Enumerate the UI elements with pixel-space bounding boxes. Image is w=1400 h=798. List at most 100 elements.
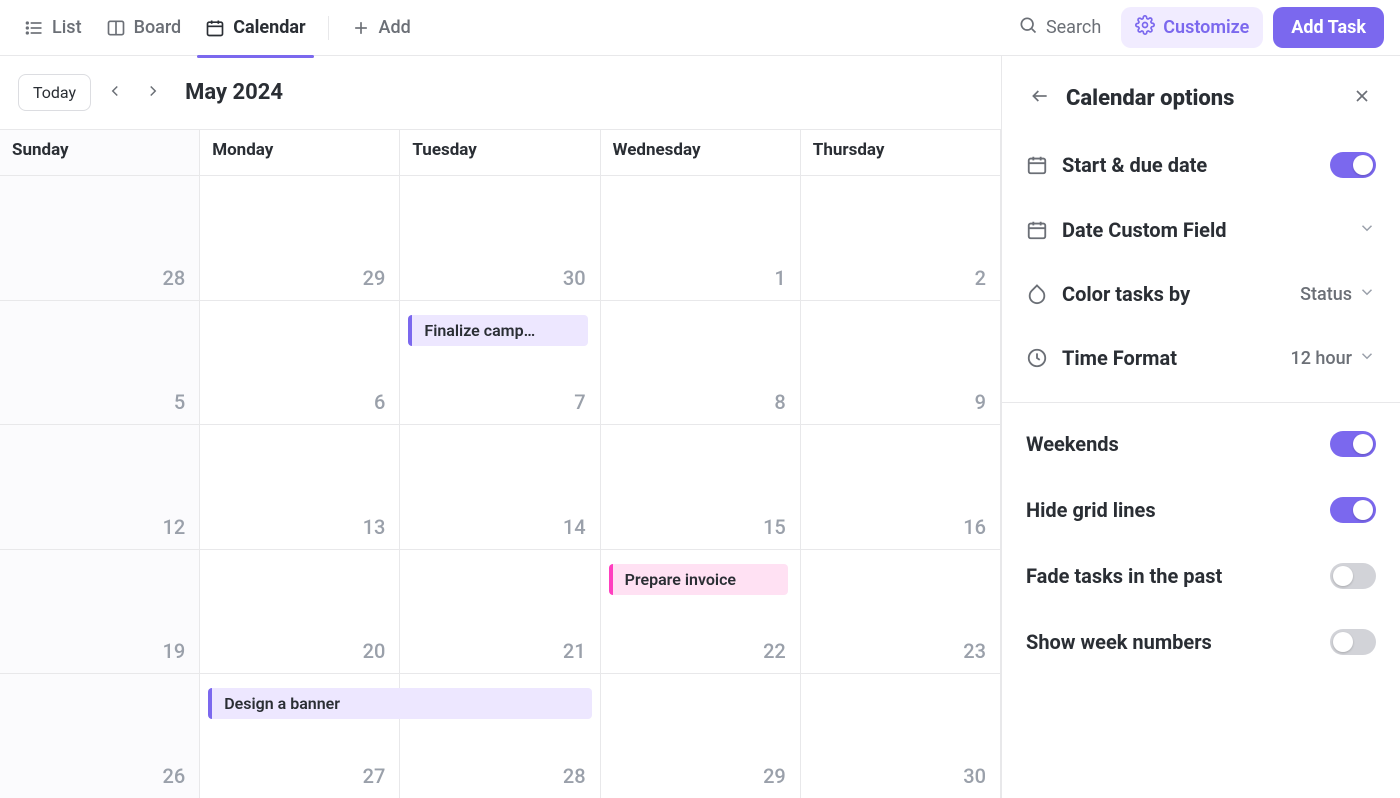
day-number: 13	[363, 507, 400, 549]
day-of-week-header: Sunday	[0, 129, 200, 175]
add-view-button[interactable]: Add	[343, 11, 419, 44]
calendar-cell[interactable]: 12	[0, 424, 200, 549]
option-label: Fade tasks in the past	[1026, 564, 1316, 588]
calendar-cell[interactable]: 9	[801, 300, 1001, 425]
day-number: 16	[963, 507, 1000, 549]
day-number: 28	[563, 756, 600, 798]
calendar-cell[interactable]: 8	[601, 300, 801, 425]
day-of-week-header: Wednesday	[601, 129, 801, 175]
close-button[interactable]	[1348, 84, 1376, 112]
calendar-grid: SundayMondayTuesdayWednesdayThursday2829…	[0, 129, 1001, 798]
calendar-cell[interactable]: Finalize camp… 7	[400, 300, 600, 425]
calendar-cell[interactable]: 14	[400, 424, 600, 549]
chevron-down-icon	[1358, 283, 1376, 306]
option-time-format[interactable]: Time Format 12 hour	[1002, 326, 1400, 390]
day-number: 30	[963, 756, 1000, 798]
calendar-cell[interactable]: 28	[0, 175, 200, 300]
option-color-tasks-by[interactable]: Color tasks by Status	[1002, 262, 1400, 326]
day-number: 7	[574, 382, 599, 424]
option-date-custom-field[interactable]: Date Custom Field	[1002, 198, 1400, 262]
calendar-cell[interactable]: 21	[400, 549, 600, 674]
day-number: 21	[563, 631, 600, 673]
calendar-cell[interactable]: 23	[801, 549, 1001, 674]
board-icon	[106, 18, 126, 38]
gear-icon	[1135, 15, 1155, 40]
add-task-button[interactable]: Add Task	[1273, 7, 1384, 48]
day-number: 29	[763, 756, 800, 798]
back-button[interactable]	[1026, 84, 1054, 112]
calendar-task[interactable]: Finalize camp…	[408, 315, 587, 346]
calendar-task[interactable]: Prepare invoice	[609, 564, 788, 595]
option-value: Status	[1300, 283, 1376, 306]
calendar-cell[interactable]: 19	[0, 549, 200, 674]
customize-label: Customize	[1163, 17, 1249, 38]
tab-label: Calendar	[233, 17, 305, 38]
calendar-cell[interactable]: 13	[200, 424, 400, 549]
day-number: 5	[174, 382, 199, 424]
calendar-cell[interactable]: 15	[601, 424, 801, 549]
tab-board[interactable]: Board	[98, 11, 190, 44]
option-weekends[interactable]: Weekends	[1002, 411, 1400, 477]
separator	[328, 16, 329, 40]
search-icon	[1018, 15, 1038, 40]
customize-button[interactable]: Customize	[1121, 7, 1263, 48]
day-number: 27	[363, 756, 400, 798]
droplet-icon	[1026, 283, 1048, 305]
day-number: 20	[363, 631, 400, 673]
day-of-week-header: Monday	[200, 129, 400, 175]
tab-label: Board	[134, 17, 182, 38]
option-label: Color tasks by	[1062, 282, 1286, 306]
add-view-label: Add	[379, 17, 411, 38]
toggle[interactable]	[1330, 563, 1376, 589]
calendar-icon	[1026, 219, 1048, 241]
option-fade-past[interactable]: Fade tasks in the past	[1002, 543, 1400, 609]
calendar-cell[interactable]: 1	[601, 175, 801, 300]
calendar-cell[interactable]: 5	[0, 300, 200, 425]
prev-button[interactable]	[101, 79, 129, 107]
tab-calendar[interactable]: Calendar	[197, 11, 313, 44]
day-number: 1	[774, 258, 799, 300]
calendar-cell[interactable]: Design a banner27	[200, 673, 400, 798]
search-button[interactable]: Search	[1008, 9, 1111, 46]
calendar-cell[interactable]: 29	[200, 175, 400, 300]
chevron-right-icon	[144, 82, 162, 104]
toggle[interactable]	[1330, 497, 1376, 523]
add-task-label: Add Task	[1291, 17, 1366, 38]
calendar-icon	[1026, 154, 1048, 176]
panel-title: Calendar options	[1066, 86, 1336, 111]
option-label: Start & due date	[1062, 153, 1316, 177]
day-number: 30	[563, 258, 600, 300]
day-number: 9	[975, 382, 1000, 424]
options-panel: Calendar options Start & due date Date C	[1002, 56, 1400, 798]
top-toolbar: List Board Calendar Add Search	[0, 0, 1400, 56]
calendar-cell[interactable]: 16	[801, 424, 1001, 549]
option-hide-grid-lines[interactable]: Hide grid lines	[1002, 477, 1400, 543]
day-number: 23	[963, 631, 1000, 673]
calendar-cell[interactable]: 29	[601, 673, 801, 798]
toggle[interactable]	[1330, 152, 1376, 178]
tab-list[interactable]: List	[16, 11, 90, 44]
option-show-week-numbers[interactable]: Show week numbers	[1002, 609, 1400, 675]
day-number: 28	[162, 258, 199, 300]
option-label: Time Format	[1062, 346, 1276, 370]
today-button[interactable]: Today	[18, 74, 91, 111]
tab-label: List	[52, 17, 82, 38]
toggle[interactable]	[1330, 629, 1376, 655]
day-of-week-header: Thursday	[801, 129, 1001, 175]
calendar-cell[interactable]: 20	[200, 549, 400, 674]
plus-icon	[351, 18, 371, 38]
calendar-cell[interactable]: 26	[0, 673, 200, 798]
day-number: 8	[774, 382, 799, 424]
day-number: 26	[162, 756, 199, 798]
calendar-cell[interactable]: 2	[801, 175, 1001, 300]
option-value: 12 hour	[1290, 347, 1376, 370]
day-number: 14	[563, 507, 600, 549]
option-start-due-date[interactable]: Start & due date	[1002, 132, 1400, 198]
calendar-cell[interactable]: 30	[400, 175, 600, 300]
calendar-cell[interactable]: 6	[200, 300, 400, 425]
next-button[interactable]	[139, 79, 167, 107]
calendar-task[interactable]: Design a banner	[208, 688, 591, 719]
toggle[interactable]	[1330, 431, 1376, 457]
calendar-cell[interactable]: 30	[801, 673, 1001, 798]
calendar-cell[interactable]: Prepare invoice22	[601, 549, 801, 674]
